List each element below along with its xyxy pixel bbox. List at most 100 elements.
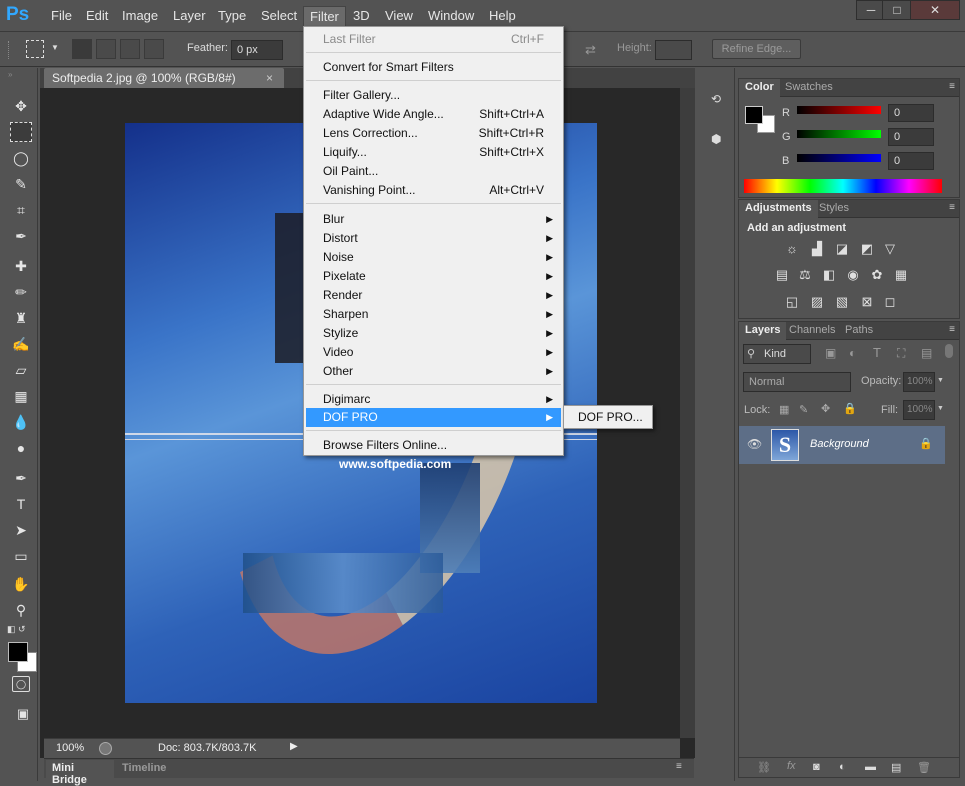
red-slider[interactable] [797,106,881,114]
blend-mode-select[interactable]: Normal [743,372,851,392]
green-value-input[interactable]: 0 [888,128,934,146]
channel-mixer-icon[interactable]: ✿ [869,268,885,282]
brush-tool-icon[interactable]: ✏ [10,282,32,302]
menu-item-sharpen[interactable]: Sharpen ▶ [306,305,561,324]
menu-item-other[interactable]: Other ▶ [306,362,561,381]
menu-item-blur[interactable]: Blur ▶ [306,210,561,229]
chevron-down-icon[interactable]: ▼ [937,377,944,384]
menu-item-adaptive-wide-angle[interactable]: Adaptive Wide Angle... Shift+Ctrl+A [306,105,561,124]
dodge-tool-icon[interactable]: ● [10,438,32,458]
vertical-scrollbar[interactable] [680,88,695,738]
menu-select[interactable]: Select [261,8,297,23]
tab-mini-bridge[interactable]: Mini Bridge [46,760,114,786]
panel-menu-icon[interactable]: ≡ [949,81,955,92]
menu-item-video[interactable]: Video ▶ [306,343,561,362]
swap-icon[interactable]: ⇄ [585,42,596,58]
menu-image[interactable]: Image [122,8,158,23]
menu-item-pixelate[interactable]: Pixelate ▶ [306,267,561,286]
menu-item-convert-smart-filters[interactable]: Convert for Smart Filters [306,58,561,77]
selective-color-icon[interactable]: ◻ [882,295,898,309]
zoom-level[interactable]: 100% [56,742,84,754]
menu-item-liquify[interactable]: Liquify... Shift+Ctrl+X [306,143,561,162]
chevron-down-icon[interactable]: ▼ [51,43,59,52]
photo-filter-icon[interactable]: ◉ [845,268,861,282]
curves-icon[interactable]: ◪ [834,242,850,256]
type-filter-icon[interactable]: T [873,345,881,360]
menu-item-oil-paint[interactable]: Oil Paint... [306,162,561,181]
chevron-down-icon[interactable]: ▼ [937,405,944,412]
color-balance-icon[interactable]: ⚖ [797,268,813,282]
feather-input[interactable]: 0 px [231,40,283,60]
type-tool-icon[interactable]: T [10,494,32,514]
new-adjustment-icon[interactable]: ◐ [839,761,846,773]
submenu-item-dof-pro[interactable]: DOF PRO... [578,410,643,424]
zoom-tool-icon[interactable]: ⚲ [10,600,32,620]
pixel-filter-icon[interactable]: ▣ [825,346,836,360]
tab-channels[interactable]: Channels [783,322,841,340]
screen-mode-icon[interactable]: ▣ [12,704,34,724]
tab-paths[interactable]: Paths [839,322,879,340]
menu-item-stylize[interactable]: Stylize ▶ [306,324,561,343]
black-white-icon[interactable]: ◧ [821,268,837,282]
filter-toggle[interactable] [945,344,953,358]
tab-layers[interactable]: Layers [739,322,787,340]
red-value-input[interactable]: 0 [888,104,934,122]
eyedropper-tool-icon[interactable]: ✒ [10,226,32,246]
lock-pixels-icon[interactable]: ▦ [779,403,789,416]
new-selection-icon[interactable] [72,39,92,59]
new-layer-icon[interactable]: ▤ [891,761,901,774]
menu-item-browse-filters-online[interactable]: Browse Filters Online... [306,436,561,455]
shape-filter-icon[interactable]: ⛶ [897,346,905,361]
link-layers-icon[interactable]: ⛓ [757,761,771,774]
panel-menu-icon[interactable]: ≡ [676,761,682,772]
visibility-eye-icon[interactable]: 👁 [747,437,762,451]
menu-item-digimarc[interactable]: Digimarc ▶ [306,390,561,409]
intersect-selection-icon[interactable] [144,39,164,59]
threshold-icon[interactable]: ▧ [834,295,850,309]
eraser-tool-icon[interactable]: ▱ [10,360,32,380]
hue-saturation-icon[interactable]: ▤ [774,268,790,282]
marquee-tool-icon[interactable] [10,122,32,142]
menu-edit[interactable]: Edit [86,8,108,23]
tab-adjustments[interactable]: Adjustments [739,200,818,218]
menu-type[interactable]: Type [218,8,246,23]
menu-item-dof-pro[interactable]: DOF PRO ▶ [306,408,561,427]
menu-3d[interactable]: 3D [353,8,370,23]
menu-view[interactable]: View [385,8,413,23]
add-mask-icon[interactable]: ◙ [813,761,820,773]
menu-item-vanishing-point[interactable]: Vanishing Point... Alt+Ctrl+V [306,181,561,200]
brightness-contrast-icon[interactable]: ☼ [784,242,800,256]
menu-window[interactable]: Window [428,8,474,23]
menu-item-filter-gallery[interactable]: Filter Gallery... [306,86,561,105]
subtract-selection-icon[interactable] [120,39,140,59]
collapse-icon[interactable]: » [8,70,12,79]
gradient-map-icon[interactable]: ⊠ [859,295,875,309]
tab-styles[interactable]: Styles [813,200,855,218]
close-icon[interactable]: × [266,71,273,85]
lock-position-icon[interactable]: ✥ [821,402,830,415]
refine-edge-button[interactable]: Refine Edge... [712,39,801,59]
history-panel-icon[interactable]: ⟲ [711,92,729,108]
fill-input[interactable]: 100% [903,400,935,420]
smart-object-filter-icon[interactable]: ▤ [921,346,932,360]
gradient-tool-icon[interactable]: ▦ [10,386,32,406]
quick-selection-tool-icon[interactable]: ✎ [10,174,32,194]
delete-layer-icon[interactable]: 🗑 [917,761,931,774]
color-spectrum-bar[interactable] [744,179,942,193]
path-selection-tool-icon[interactable]: ➤ [10,520,32,540]
invert-icon[interactable]: ◱ [784,295,800,309]
blue-value-input[interactable]: 0 [888,152,934,170]
rectangle-tool-icon[interactable]: ▭ [10,546,32,566]
tab-timeline[interactable]: Timeline [116,760,172,776]
levels-icon[interactable]: ▟ [809,242,825,256]
crop-tool-icon[interactable]: ⌗ [10,200,32,220]
menu-layer[interactable]: Layer [173,8,206,23]
menu-item-noise[interactable]: Noise ▶ [306,248,561,267]
height-input[interactable] [655,40,692,60]
maximize-button[interactable]: □ [882,0,912,20]
menu-help[interactable]: Help [489,8,516,23]
posterize-icon[interactable]: ▨ [809,295,825,309]
pen-tool-icon[interactable]: ✒ [10,468,32,488]
menu-item-last-filter[interactable]: Last Filter Ctrl+F [306,30,561,49]
exposure-icon[interactable]: ◩ [859,242,875,256]
